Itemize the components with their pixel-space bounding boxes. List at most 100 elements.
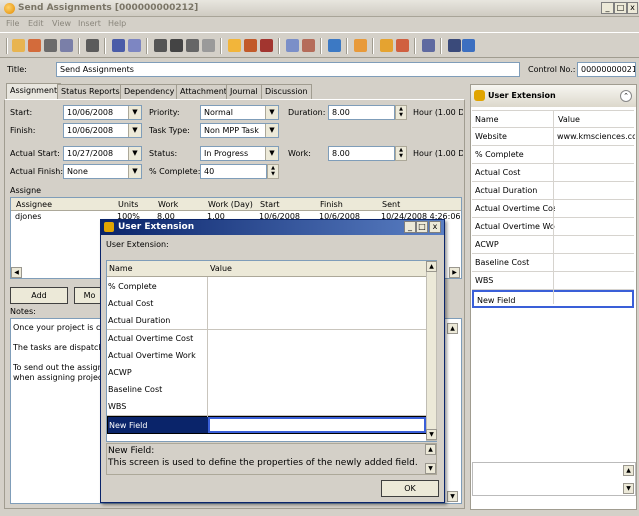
bug-icon[interactable] — [354, 39, 367, 52]
work-unit: Hour (1.00 D — [413, 149, 463, 158]
col-finish[interactable]: Finish — [317, 200, 343, 209]
col-work[interactable]: Work — [155, 200, 178, 209]
scroll-down-icon[interactable]: ▼ — [426, 429, 437, 440]
excel-icon[interactable] — [462, 39, 475, 52]
control-input[interactable]: 000000000212 — [577, 62, 636, 77]
chevron-down-icon[interactable]: ▼ — [265, 147, 278, 160]
table-icon[interactable] — [328, 39, 341, 52]
actual-finish-picker[interactable]: None ▼ — [63, 164, 142, 179]
print-icon[interactable] — [448, 39, 461, 52]
chevron-down-icon[interactable]: ▼ — [265, 124, 278, 137]
menu-view[interactable]: View — [52, 19, 71, 28]
start-date-value: 10/06/2008 — [67, 108, 114, 117]
work-input[interactable]: 8.00 — [328, 146, 395, 161]
flag-icon[interactable] — [260, 39, 273, 52]
refresh-icon[interactable] — [202, 39, 215, 52]
new-icon[interactable] — [12, 39, 25, 52]
menu-edit[interactable]: Edit — [28, 19, 44, 28]
chart-icon[interactable] — [244, 39, 257, 52]
col-sent[interactable]: Sent — [379, 200, 400, 209]
list-item[interactable]: Baseline Cost — [107, 381, 426, 400]
user-search-icon[interactable] — [128, 39, 141, 52]
paste-icon[interactable] — [60, 39, 73, 52]
users-icon[interactable] — [112, 39, 125, 52]
percent-complete-input[interactable]: 40 — [200, 164, 267, 179]
tab-assignment[interactable]: Assignment — [6, 83, 62, 100]
tab-dependency[interactable]: Dependency — [120, 84, 179, 99]
ok-button[interactable]: OK — [381, 480, 439, 497]
scroll-up-icon[interactable]: ▲ — [426, 261, 437, 272]
menu-file[interactable]: File — [6, 19, 19, 28]
chevron-down-icon[interactable]: ▼ — [128, 124, 141, 137]
list-item[interactable]: New Field — [107, 415, 426, 434]
scroll-down-icon[interactable]: ▼ — [447, 491, 458, 502]
scroll-down-icon[interactable]: ▼ — [425, 463, 436, 474]
tab-attachment[interactable]: Attachment — [176, 84, 231, 99]
menu-help[interactable]: Help — [108, 19, 126, 28]
tab-discussion[interactable]: Discussion — [261, 84, 312, 99]
col-start[interactable]: Start — [257, 200, 280, 209]
scroll-up-icon[interactable]: ▲ — [623, 465, 634, 476]
minimize-button[interactable]: _ — [601, 2, 614, 14]
menu-insert[interactable]: Insert — [78, 19, 101, 28]
scroll-down-icon[interactable]: ▼ — [623, 483, 634, 494]
maximize-button[interactable]: □ — [614, 2, 627, 14]
panel-header: User Extension ⌃ — [471, 85, 636, 107]
stop-icon[interactable] — [186, 39, 199, 52]
title-input[interactable]: Send Assignments — [56, 62, 520, 77]
gear-icon[interactable] — [396, 39, 409, 52]
duration-spinner[interactable]: ▲ ▼ — [395, 105, 407, 120]
open-icon[interactable] — [28, 39, 41, 52]
chevron-down-icon[interactable]: ▼ — [265, 106, 278, 119]
work-spinner[interactable]: ▲ ▼ — [395, 146, 407, 161]
link-icon[interactable] — [86, 39, 99, 52]
list-item[interactable]: Actual Cost — [107, 295, 426, 314]
dialog-scrollbar[interactable]: ▲ ▼ — [426, 261, 437, 441]
indent-icon[interactable] — [154, 39, 167, 52]
chevron-down-icon[interactable]: ▼ — [128, 147, 141, 160]
col-work-day[interactable]: Work (Day) — [205, 200, 253, 209]
finish-label: Finish: — [10, 126, 36, 135]
list-item[interactable]: Actual Overtime Work — [107, 346, 426, 365]
dialog-minimize-button[interactable]: _ — [404, 221, 416, 233]
task-type-select[interactable]: Non MPP Task ▼ — [200, 123, 279, 138]
lightbulb-icon[interactable] — [228, 39, 241, 52]
dialog-help-box: New Field: This screen is used to define… — [106, 443, 437, 475]
add-button[interactable]: Add — [10, 287, 68, 304]
folder-icon[interactable] — [170, 39, 183, 52]
export-icon[interactable] — [422, 39, 435, 52]
list-item[interactable]: % Complete — [107, 278, 426, 296]
percent-complete-label: % Complete: — [149, 167, 201, 176]
percent-spinner[interactable]: ▲ ▼ — [267, 164, 279, 179]
chevron-down-icon[interactable]: ▼ — [128, 106, 141, 119]
chevron-down-icon[interactable]: ▼ — [128, 165, 141, 178]
dialog-close-button[interactable]: x — [429, 221, 441, 233]
scroll-right-icon[interactable]: ▶ — [449, 267, 460, 278]
close-button[interactable]: x — [627, 2, 638, 14]
cut-icon[interactable] — [44, 39, 57, 52]
mail-icon[interactable] — [286, 39, 299, 52]
list-item[interactable]: Actual Overtime Cost — [107, 329, 426, 348]
attach-icon[interactable] — [302, 39, 315, 52]
start-date-picker[interactable]: 10/06/2008 ▼ — [63, 105, 142, 120]
finish-date-picker[interactable]: 10/06/2008 ▼ — [63, 123, 142, 138]
duration-input[interactable]: 8.00 — [328, 105, 395, 120]
value-input[interactable] — [208, 416, 426, 433]
scroll-up-icon[interactable]: ▲ — [425, 444, 436, 455]
list-item[interactable]: ACWP — [107, 364, 426, 382]
collapse-icon[interactable]: ⌃ — [620, 90, 632, 102]
status-select[interactable]: In Progress ▼ — [200, 146, 279, 161]
list-item[interactable]: Actual Duration — [107, 312, 426, 331]
col-assignee[interactable]: Assignee — [13, 200, 52, 209]
scroll-up-icon[interactable]: ▲ — [447, 323, 458, 334]
actual-start-picker[interactable]: 10/27/2008 ▼ — [63, 146, 142, 161]
report-icon[interactable] — [380, 39, 393, 52]
tab-journal[interactable]: Journal — [226, 84, 262, 99]
list-item[interactable]: WBS — [107, 398, 426, 417]
scroll-left-icon[interactable]: ◀ — [11, 267, 22, 278]
col-units[interactable]: Units — [115, 200, 138, 209]
status-label: Status: — [149, 149, 178, 158]
priority-select[interactable]: Normal ▼ — [200, 105, 279, 120]
dialog-maximize-button[interactable]: □ — [416, 221, 428, 233]
tab-status-reports[interactable]: Status Reports — [57, 84, 124, 99]
